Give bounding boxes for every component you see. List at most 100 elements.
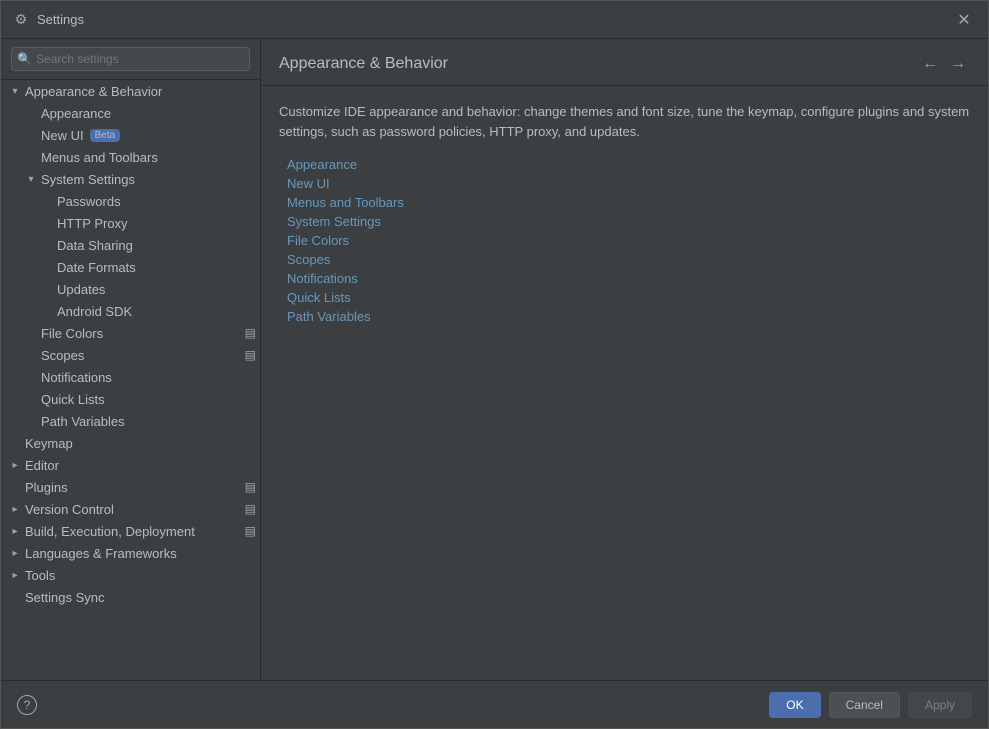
sidebar-item-label: System Settings: [39, 172, 135, 187]
expand-spacer: [23, 105, 39, 121]
sidebar-item-label: Scopes: [39, 348, 84, 363]
main-header: Appearance & Behavior ← →: [261, 39, 988, 86]
sidebar-item-label: Version Control: [23, 502, 114, 517]
search-input[interactable]: [11, 47, 250, 71]
sidebar-item-scopes[interactable]: Scopes ▤: [1, 344, 260, 366]
close-button[interactable]: ✕: [952, 8, 976, 32]
sidebar-item-label: Menus and Toolbars: [39, 150, 158, 165]
footer-buttons: OK Cancel Apply: [769, 692, 972, 718]
expand-icon: ▾: [23, 171, 39, 187]
sidebar-item-updates[interactable]: Updates: [1, 278, 260, 300]
sidebar-item-menus-toolbars[interactable]: Menus and Toolbars: [1, 146, 260, 168]
expand-icon: ▸: [7, 457, 23, 473]
sidebar-item-appearance[interactable]: Appearance: [1, 102, 260, 124]
expand-spacer: [23, 325, 39, 341]
search-icon: 🔍: [17, 52, 32, 66]
expand-icon: ▸: [7, 545, 23, 561]
search-container: 🔍: [1, 39, 260, 80]
sidebar-item-keymap[interactable]: Keymap: [1, 432, 260, 454]
expand-spacer: [39, 215, 55, 231]
beta-badge: Beta: [90, 129, 121, 142]
tree: ▾ Appearance & Behavior Appearance New: [1, 80, 260, 608]
sidebar-item-label: HTTP Proxy: [55, 216, 128, 231]
sidebar-item-label: Build, Execution, Deployment: [23, 524, 195, 539]
indicator-icon: ▤: [245, 348, 256, 362]
sidebar-item-label: Keymap: [23, 436, 73, 451]
forward-button[interactable]: →: [946, 53, 970, 75]
expand-spacer: [39, 237, 55, 253]
sidebar-item-file-colors[interactable]: File Colors ▤: [1, 322, 260, 344]
main-panel: Appearance & Behavior ← → Customize IDE …: [261, 39, 988, 680]
sidebar-item-label: Android SDK: [55, 304, 132, 319]
link-list: Appearance New UI Menus and Toolbars Sys…: [279, 157, 970, 324]
link-system-settings[interactable]: System Settings: [287, 214, 970, 229]
sidebar-item-label: Quick Lists: [39, 392, 105, 407]
sidebar-item-quick-lists[interactable]: Quick Lists: [1, 388, 260, 410]
expand-spacer: [39, 259, 55, 275]
expand-spacer: [39, 281, 55, 297]
sidebar-item-label: Passwords: [55, 194, 121, 209]
sidebar-item-date-formats[interactable]: Date Formats: [1, 256, 260, 278]
sidebar-item-appearance-behavior[interactable]: ▾ Appearance & Behavior: [1, 80, 260, 102]
sidebar-item-label: Editor: [23, 458, 59, 473]
main-description: Customize IDE appearance and behavior: c…: [279, 102, 970, 141]
expand-icon: ▸: [7, 567, 23, 583]
indicator-icon: ▤: [245, 326, 256, 340]
cancel-button[interactable]: Cancel: [829, 692, 900, 718]
main-title: Appearance & Behavior: [279, 55, 448, 73]
help-button[interactable]: ?: [17, 695, 37, 715]
sidebar-item-http-proxy[interactable]: HTTP Proxy: [1, 212, 260, 234]
sidebar-item-label: Plugins: [23, 480, 68, 495]
expand-spacer: [23, 127, 39, 143]
expand-spacer: [7, 589, 23, 605]
sidebar-item-label: Updates: [55, 282, 105, 297]
sidebar-item-editor[interactable]: ▸ Editor: [1, 454, 260, 476]
sidebar-item-label: Data Sharing: [55, 238, 133, 253]
sidebar-item-path-variables[interactable]: Path Variables: [1, 410, 260, 432]
sidebar-item-label: New UI: [39, 128, 84, 143]
expand-icon: ▸: [7, 501, 23, 517]
link-scopes[interactable]: Scopes: [287, 252, 970, 267]
ok-button[interactable]: OK: [769, 692, 820, 718]
indicator-icon: ▤: [245, 502, 256, 516]
link-menus-toolbars[interactable]: Menus and Toolbars: [287, 195, 970, 210]
link-path-variables[interactable]: Path Variables: [287, 309, 970, 324]
link-file-colors[interactable]: File Colors: [287, 233, 970, 248]
sidebar-item-label: Notifications: [39, 370, 112, 385]
sidebar-item-label: Settings Sync: [23, 590, 105, 605]
sidebar-item-settings-sync[interactable]: Settings Sync: [1, 586, 260, 608]
footer: ? OK Cancel Apply: [1, 680, 988, 728]
sidebar-item-plugins[interactable]: Plugins ▤: [1, 476, 260, 498]
link-appearance[interactable]: Appearance: [287, 157, 970, 172]
expand-spacer: [23, 391, 39, 407]
sidebar-item-label: Date Formats: [55, 260, 136, 275]
indicator-icon: ▤: [245, 524, 256, 538]
main-content: Customize IDE appearance and behavior: c…: [261, 86, 988, 680]
sidebar-item-label: Languages & Frameworks: [23, 546, 177, 561]
sidebar-item-data-sharing[interactable]: Data Sharing: [1, 234, 260, 256]
sidebar-item-system-settings[interactable]: ▾ System Settings: [1, 168, 260, 190]
expand-spacer: [23, 413, 39, 429]
apply-button[interactable]: Apply: [908, 692, 972, 718]
expand-spacer: [39, 193, 55, 209]
sidebar: 🔍 ▾ Appearance & Behavior Ap: [1, 39, 261, 680]
expand-icon: ▾: [7, 83, 23, 99]
expand-spacer: [23, 347, 39, 363]
sidebar-item-android-sdk[interactable]: Android SDK: [1, 300, 260, 322]
expand-spacer: [23, 369, 39, 385]
sidebar-item-build-execution[interactable]: ▸ Build, Execution, Deployment ▤: [1, 520, 260, 542]
expand-spacer: [23, 149, 39, 165]
link-new-ui[interactable]: New UI: [287, 176, 970, 191]
sidebar-item-notifications[interactable]: Notifications: [1, 366, 260, 388]
back-button[interactable]: ←: [918, 53, 942, 75]
link-notifications[interactable]: Notifications: [287, 271, 970, 286]
sidebar-item-label: Path Variables: [39, 414, 125, 429]
sidebar-item-passwords[interactable]: Passwords: [1, 190, 260, 212]
sidebar-item-tools[interactable]: ▸ Tools: [1, 564, 260, 586]
sidebar-item-version-control[interactable]: ▸ Version Control ▤: [1, 498, 260, 520]
sidebar-item-languages[interactable]: ▸ Languages & Frameworks: [1, 542, 260, 564]
link-quick-lists[interactable]: Quick Lists: [287, 290, 970, 305]
settings-window: ⚙ Settings ✕ 🔍 ▾ Appearance & Behavior: [0, 0, 989, 729]
sidebar-item-new-ui[interactable]: New UI Beta: [1, 124, 260, 146]
expand-icon: ▸: [7, 523, 23, 539]
